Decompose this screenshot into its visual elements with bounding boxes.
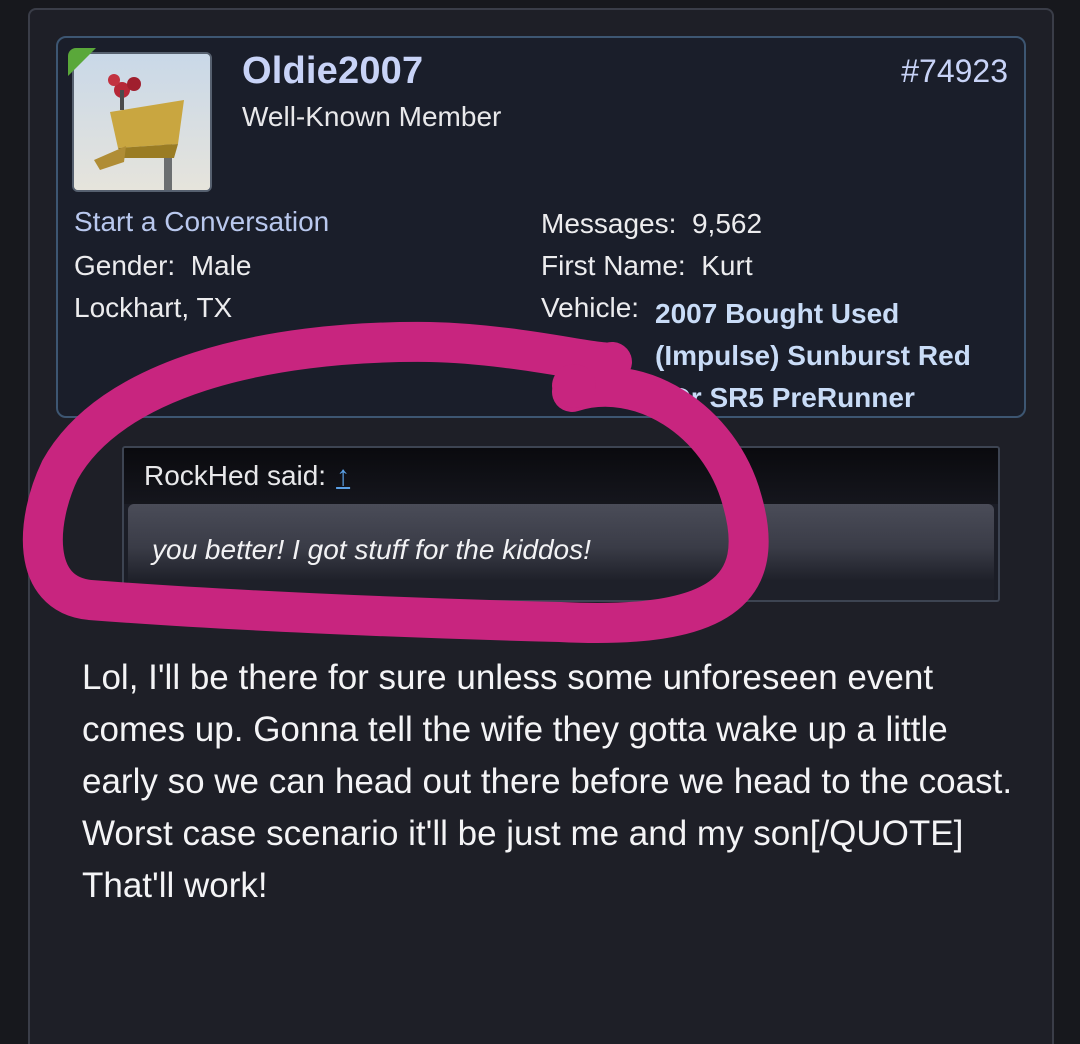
messages-row: Messages: 9,562 (541, 208, 762, 240)
location: Lockhart, TX (74, 292, 233, 323)
vehicle-value[interactable]: 2007 Bought Used (Impulse) Sunburst Red … (655, 293, 985, 419)
quote-author: RockHed said: (144, 460, 327, 491)
gender-label: Gender: (74, 250, 176, 281)
gender-row: Gender: Male (74, 250, 251, 282)
gender-value: Male (190, 250, 252, 281)
vehicle-label: Vehicle: (541, 292, 640, 323)
first-name-row: First Name: Kurt (541, 250, 753, 282)
quote-attribution: RockHed said: ↑ (144, 460, 350, 492)
page: Oldie2007 Well-Known Member #74923 Start… (0, 0, 1080, 1044)
quote-text: you better! I got stuff for the kiddos! (152, 534, 591, 565)
up-arrow-icon[interactable]: ↑ (336, 460, 350, 491)
first-name-label: First Name: (541, 250, 686, 281)
user-title: Well-Known Member (242, 101, 502, 132)
quote-block: RockHed said: ↑ you better! I got stuff f… (122, 446, 1000, 602)
quote-header: RockHed said: ↑ (124, 448, 998, 504)
start-conversation-link[interactable]: Start a Conversation (74, 206, 329, 238)
post-number-link[interactable]: #74923 (901, 53, 1008, 90)
username-link[interactable]: Oldie2007 (242, 50, 423, 93)
message-body: Lol, I'll be there for sure unless some … (82, 658, 1013, 905)
messages-label: Messages: (541, 208, 677, 239)
messages-value: 9,562 (691, 208, 763, 239)
quote-body: you better! I got stuff for the kiddos! (128, 504, 994, 600)
first-name-value: Kurt (701, 250, 753, 281)
online-indicator (68, 48, 96, 76)
